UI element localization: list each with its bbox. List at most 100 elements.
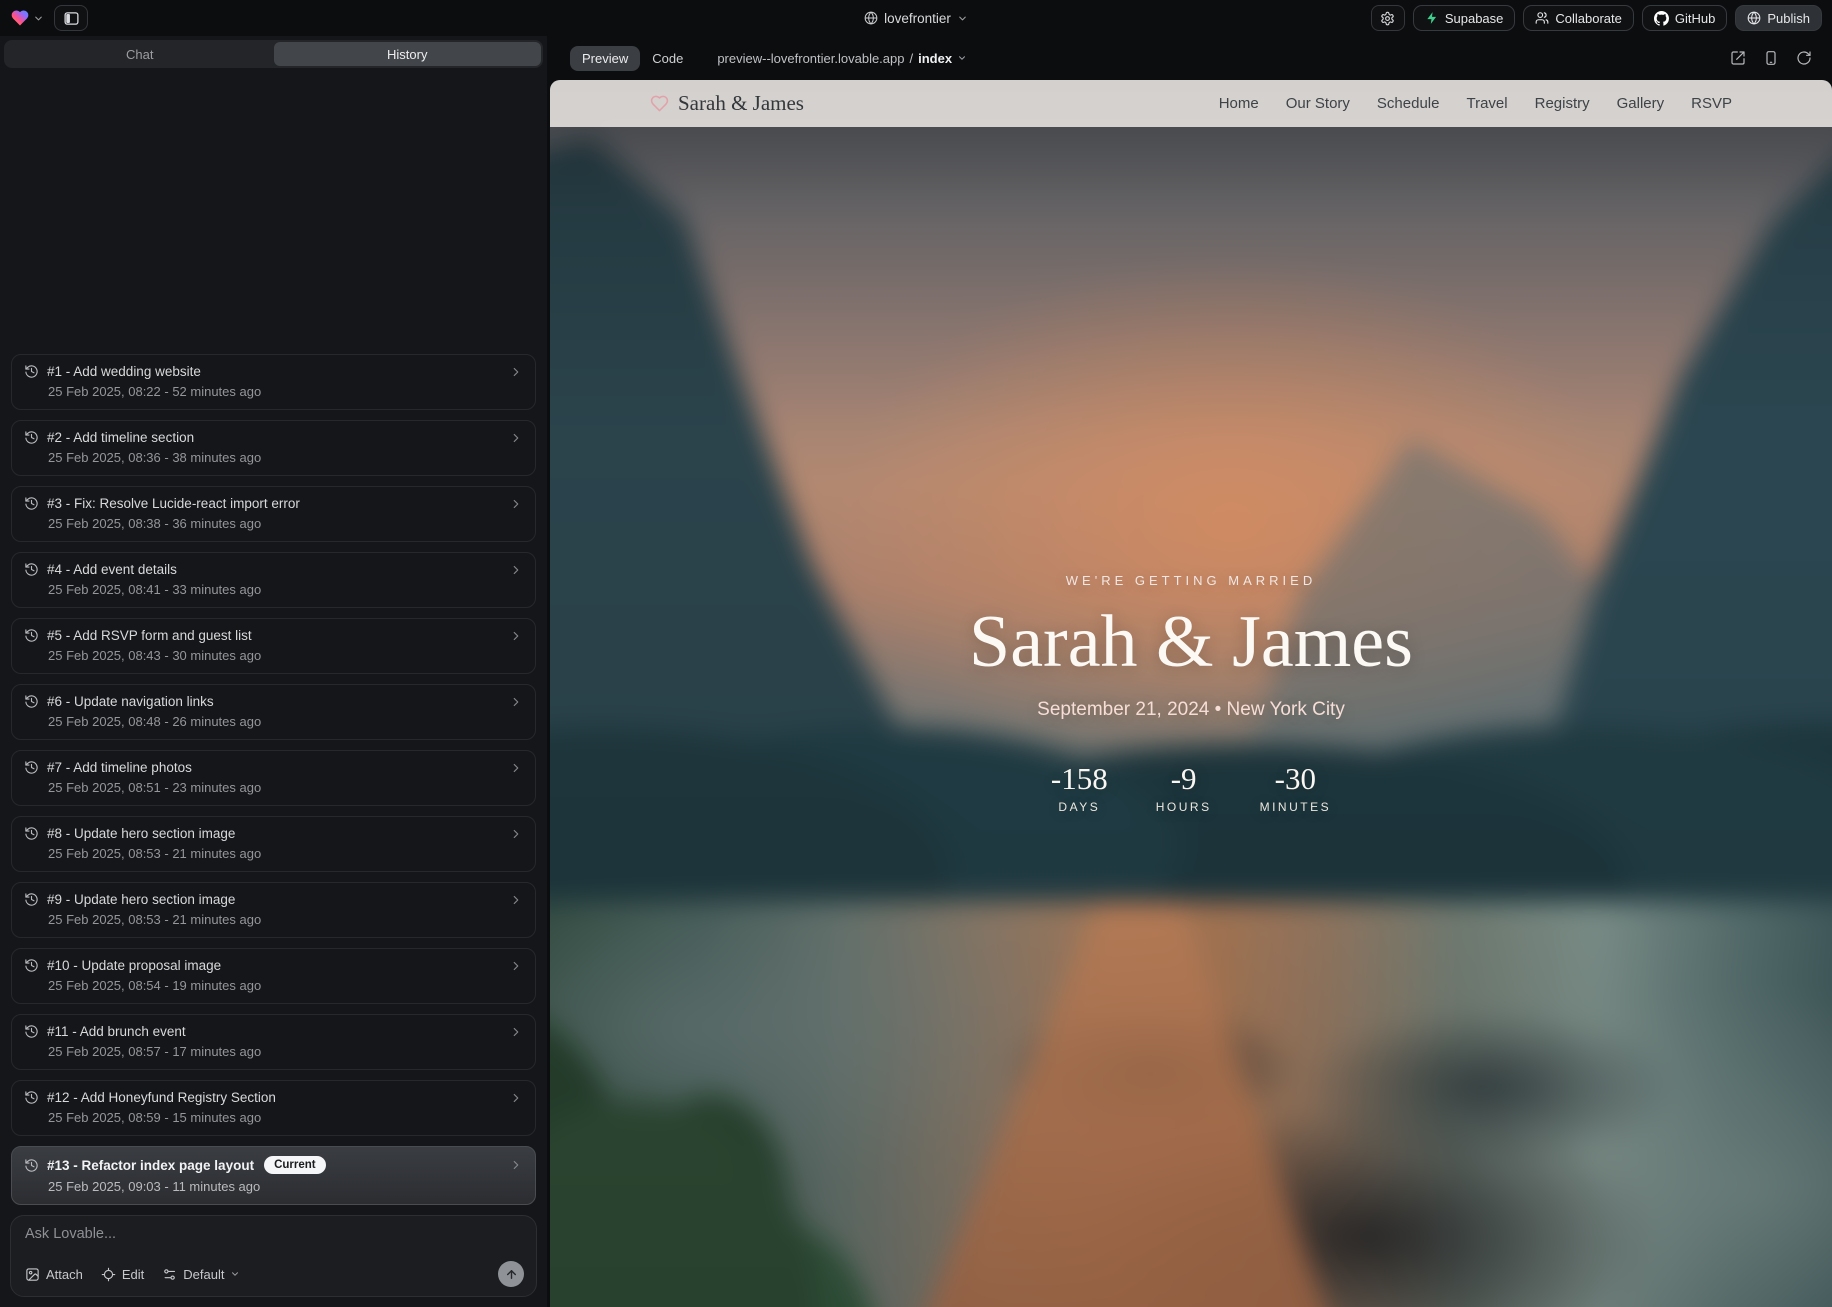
chevron-down-icon[interactable] (957, 13, 968, 24)
history-item-timestamp: 25 Feb 2025, 08:54 - 19 minutes ago (24, 978, 523, 993)
history-item[interactable]: #11 - Add brunch event25 Feb 2025, 08:57… (11, 1014, 536, 1070)
countdown-value: -9 (1171, 761, 1197, 797)
chevron-right-icon (509, 431, 523, 445)
site-nav-link-gallery[interactable]: Gallery (1617, 95, 1665, 112)
history-item[interactable]: #3 - Fix: Resolve Lucide-react import er… (11, 486, 536, 542)
history-item[interactable]: #12 - Add Honeyfund Registry Section25 F… (11, 1080, 536, 1136)
countdown-item: -30MINUTES (1260, 761, 1332, 814)
site-nav-link-registry[interactable]: Registry (1535, 95, 1590, 112)
chevron-right-icon (509, 1091, 523, 1105)
project-name[interactable]: lovefrontier (884, 11, 951, 26)
history-item-timestamp: 25 Feb 2025, 08:36 - 38 minutes ago (24, 450, 523, 465)
history-item-timestamp: 25 Feb 2025, 08:51 - 23 minutes ago (24, 780, 523, 795)
tab-code[interactable]: Code (640, 46, 695, 71)
chat-history-sidebar: Chat History #1 - Add wedding website 25 … (0, 36, 547, 1307)
lovable-heart-logo-icon (10, 8, 30, 28)
app-topbar: lovefrontier Supabase Collaborate (0, 0, 1832, 36)
publish-label: Publish (1767, 11, 1810, 26)
hero-title: Sarah & James (969, 602, 1413, 683)
prompt-input[interactable] (25, 1226, 524, 1250)
url-path: index (918, 51, 952, 66)
sidebar-toggle-button[interactable] (54, 5, 88, 31)
heart-icon (650, 94, 669, 113)
countdown-item: -9HOURS (1156, 761, 1212, 814)
globe-icon (864, 11, 878, 25)
attach-button[interactable]: Attach (25, 1267, 83, 1282)
chevron-right-icon (509, 959, 523, 973)
send-button[interactable] (498, 1261, 524, 1287)
history-item[interactable]: #7 - Add timeline photos25 Feb 2025, 08:… (11, 750, 536, 806)
history-item[interactable]: #2 - Add timeline section 25 Feb 2025, 08… (11, 420, 536, 476)
history-item-title: #13 - Refactor index page layout (47, 1158, 254, 1173)
history-item-title: #2 - Add timeline section (47, 430, 194, 445)
site-nav: Home Our Story Schedule Travel Registry Galle… (1219, 95, 1732, 112)
collaborate-button[interactable]: Collaborate (1523, 5, 1634, 31)
history-item[interactable]: #9 - Update hero section image 25 Feb 202… (11, 882, 536, 938)
chevron-right-icon (509, 1025, 523, 1039)
chevron-right-icon (509, 497, 523, 511)
chevron-right-icon (509, 695, 523, 709)
countdown-label: MINUTES (1260, 800, 1332, 814)
hero-subtitle: September 21, 2024 • New York City (1037, 699, 1345, 721)
history-item-timestamp: 25 Feb 2025, 08:53 - 21 minutes ago (24, 912, 523, 927)
tab-preview[interactable]: Preview (570, 46, 640, 71)
history-item-title: #9 - Update hero section image (47, 892, 235, 907)
site-header: Sarah & James Home Our Story Schedule Trave… (550, 80, 1832, 127)
history-item[interactable]: #8 - Update hero section image25 Feb 202… (11, 816, 536, 872)
mobile-view-icon[interactable] (1763, 50, 1779, 66)
github-label: GitHub (1675, 11, 1715, 26)
history-item-timestamp: 25 Feb 2025, 08:53 - 21 minutes ago (24, 846, 523, 861)
tab-history[interactable]: History (274, 42, 542, 66)
history-item-title: #3 - Fix: Resolve Lucide-react import er… (47, 496, 300, 511)
history-item[interactable]: #10 - Update proposal image25 Feb 2025, … (11, 948, 536, 1004)
countdown-item: -158 DAYS (1051, 761, 1108, 814)
mode-label: Default (183, 1267, 224, 1282)
countdown-value: -158 (1051, 761, 1108, 797)
settings-button[interactable] (1371, 5, 1405, 31)
history-icon (24, 1024, 39, 1039)
attach-label: Attach (46, 1267, 83, 1282)
site-nav-link-travel[interactable]: Travel (1466, 95, 1507, 112)
chevron-right-icon (509, 827, 523, 841)
history-item-title: #1 - Add wedding website (47, 364, 201, 379)
history-icon (24, 694, 39, 709)
prompt-composer: Attach Edit Default (10, 1215, 537, 1297)
site-nav-link-our-story[interactable]: Our Story (1286, 95, 1350, 112)
history-item-title: #11 - Add brunch event (47, 1024, 186, 1039)
chevron-down-icon (957, 53, 967, 63)
mode-select[interactable]: Default (162, 1267, 240, 1282)
history-icon (24, 496, 39, 511)
tab-chat[interactable]: Chat (6, 42, 274, 66)
history-item[interactable]: #4 - Add event details25 Feb 2025, 08:41… (11, 552, 536, 608)
history-item[interactable]: #5 - Add RSVP form and guest list25 Feb … (11, 618, 536, 674)
publish-button[interactable]: Publish (1735, 5, 1822, 31)
collaborate-label: Collaborate (1555, 11, 1622, 26)
history-icon (24, 430, 39, 445)
chevron-right-icon (509, 761, 523, 775)
current-badge: Current (264, 1156, 326, 1174)
preview-url[interactable]: preview--lovefrontier.lovable.app / inde… (717, 51, 967, 66)
history-item-title: #4 - Add event details (47, 562, 177, 577)
open-external-icon[interactable] (1730, 50, 1746, 66)
history-item[interactable]: #13 - Refactor index page layoutCurrent2… (11, 1146, 536, 1205)
github-button[interactable]: GitHub (1642, 5, 1727, 31)
history-item-timestamp: 25 Feb 2025, 08:22 - 52 minutes ago (24, 384, 523, 399)
site-nav-link-home[interactable]: Home (1219, 95, 1259, 112)
chevron-down-icon (230, 1269, 240, 1279)
lovable-logo-menu[interactable] (10, 8, 44, 28)
chevron-down-icon (33, 13, 44, 24)
site-logo[interactable]: Sarah & James (650, 91, 804, 116)
site-nav-link-rsvp[interactable]: RSVP (1691, 95, 1732, 112)
history-item-title: #5 - Add RSVP form and guest list (47, 628, 252, 643)
countdown-label: DAYS (1058, 800, 1100, 814)
site-preview-frame: Sarah & James Home Our Story Schedule Trave… (550, 80, 1832, 1307)
edit-button[interactable]: Edit (101, 1267, 144, 1282)
history-item[interactable]: #1 - Add wedding website 25 Feb 2025, 08:… (11, 354, 536, 410)
site-nav-link-schedule[interactable]: Schedule (1377, 95, 1440, 112)
edit-label: Edit (122, 1267, 144, 1282)
supabase-button[interactable]: Supabase (1413, 5, 1516, 31)
history-icon (24, 628, 39, 643)
supabase-icon (1425, 11, 1439, 25)
refresh-icon[interactable] (1796, 50, 1812, 66)
history-item[interactable]: #6 - Update navigation links25 Feb 2025,… (11, 684, 536, 740)
